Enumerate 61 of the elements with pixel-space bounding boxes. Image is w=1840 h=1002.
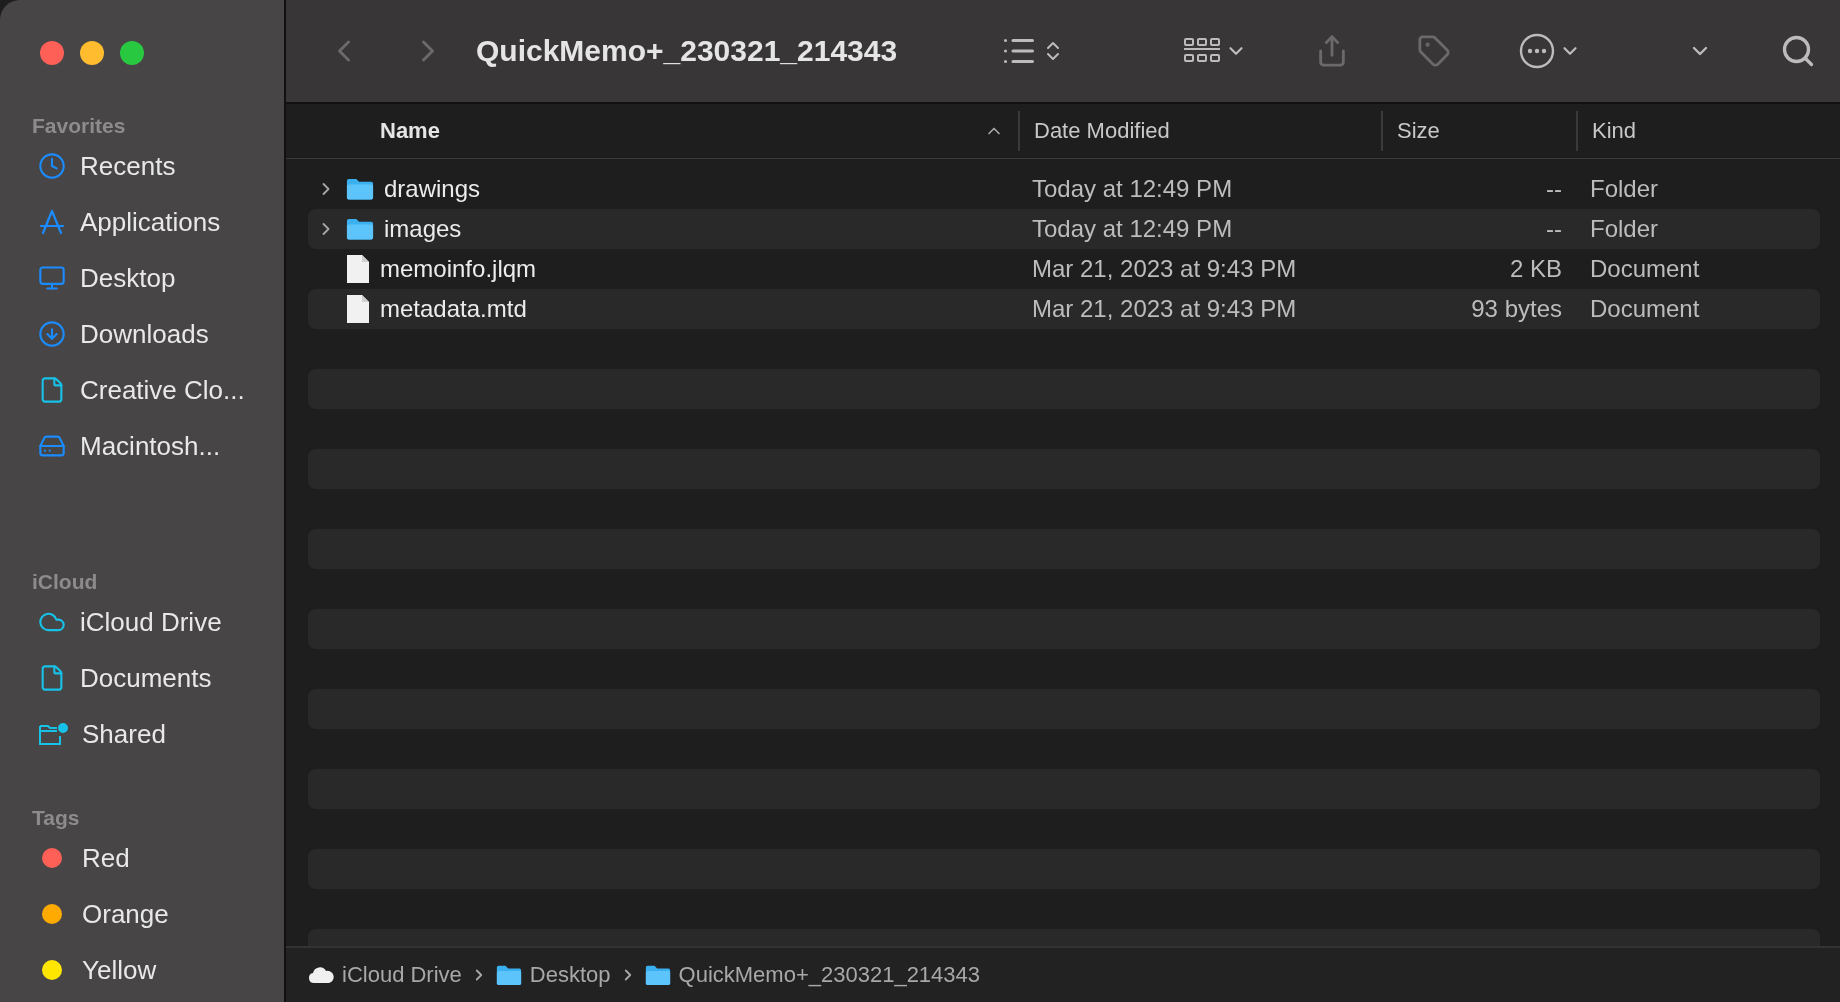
sidebar-heading: iCloud: [31, 569, 99, 594]
file-row[interactable]: images Today at 12:49 PM -- Folder: [308, 209, 1820, 249]
folder-icon: [644, 964, 671, 986]
close-button[interactable]: [40, 41, 64, 65]
sidebar-item[interactable]: Recents: [0, 138, 284, 194]
sidebar-item[interactable]: Desktop: [0, 250, 284, 306]
date-cell-text: Mar 21, 2023 at 9:43 PM: [1031, 255, 1298, 283]
column-header[interactable]: Date Modified: [1018, 111, 1381, 151]
applications-icon: [38, 208, 66, 236]
date-cell-text: Mar 21, 2023 at 9:43 PM: [1031, 295, 1298, 323]
cloud-icon: [308, 966, 334, 984]
sidebar-item[interactable]: iCloud Drive: [0, 594, 284, 650]
column-header[interactable]: Size: [1381, 111, 1576, 151]
date-cell-text: Today at 12:49 PM: [1031, 215, 1234, 243]
sidebar-item[interactable]: Macintosh...: [0, 418, 284, 474]
clock-icon: [38, 152, 66, 180]
size-cell-text: --: [1545, 175, 1563, 203]
desktop-folder-icon: [495, 964, 522, 986]
document-icon: [346, 254, 370, 284]
monitor-icon: [38, 264, 66, 292]
document-icon: [346, 294, 370, 324]
size-cell-text: 2 KB: [1508, 255, 1563, 283]
path-item[interactable]: QuickMemo+_230321_214343: [644, 962, 981, 988]
window-title: QuickMemo+_230321_214343: [476, 34, 898, 68]
path-item[interactable]: Desktop: [495, 962, 611, 988]
kind-cell-text: Folder: [1589, 175, 1660, 203]
size-cell-text: 93 bytes: [1470, 295, 1563, 323]
sidebar-item[interactable]: Orange: [0, 886, 284, 942]
sidebar-heading: Favorites: [31, 113, 127, 138]
column-header[interactable]: Kind: [1576, 111, 1840, 151]
download-icon: [38, 320, 66, 348]
file-row[interactable]: metadata.mtd Mar 21, 2023 at 9:43 PM 93 bytes Document: [308, 289, 1820, 329]
sidebar-item[interactable]: Creative Clo...: [0, 362, 284, 418]
kind-cell-text: Document: [1589, 255, 1701, 283]
tag-icon: [1416, 34, 1451, 68]
file-row[interactable]: drawings Today at 12:49 PM -- Folder: [308, 169, 1820, 209]
sidebar-item[interactable]: Applications: [0, 194, 284, 250]
ellipsis-circle-icon: [1518, 33, 1555, 69]
file-row[interactable]: memoinfo.jlqm Mar 21, 2023 at 9:43 PM 2 KB Document: [308, 249, 1820, 289]
size-cell-text: --: [1545, 215, 1563, 243]
file-name: drawings: [384, 175, 481, 203]
shared-folder-icon: [38, 721, 68, 747]
date-cell-text: Today at 12:49 PM: [1031, 175, 1234, 203]
kind-cell-text: Document: [1589, 295, 1701, 323]
column-header[interactable]: Name: [286, 111, 1018, 151]
search-icon: [1780, 33, 1816, 69]
path-item[interactable]: iCloud Drive: [308, 962, 462, 988]
sidebar-item[interactable]: Yellow: [0, 942, 284, 998]
folder-icon: [346, 177, 374, 201]
sidebar-item[interactable]: Downloads: [0, 306, 284, 362]
sidebar-heading: Tags: [31, 805, 81, 830]
sidebar-item[interactable]: Red: [0, 830, 284, 886]
zoom-button[interactable]: [120, 41, 144, 65]
sidebar-item[interactable]: Documents: [0, 650, 284, 706]
folder-icon: [346, 217, 374, 241]
file-name: metadata.mtd: [380, 295, 527, 323]
file-name: memoinfo.jlqm: [380, 255, 537, 283]
kind-cell-text: Folder: [1589, 215, 1660, 243]
file-name: images: [384, 215, 462, 243]
sidebar-item[interactable]: Shared: [0, 706, 284, 762]
minimize-button[interactable]: [80, 41, 104, 65]
